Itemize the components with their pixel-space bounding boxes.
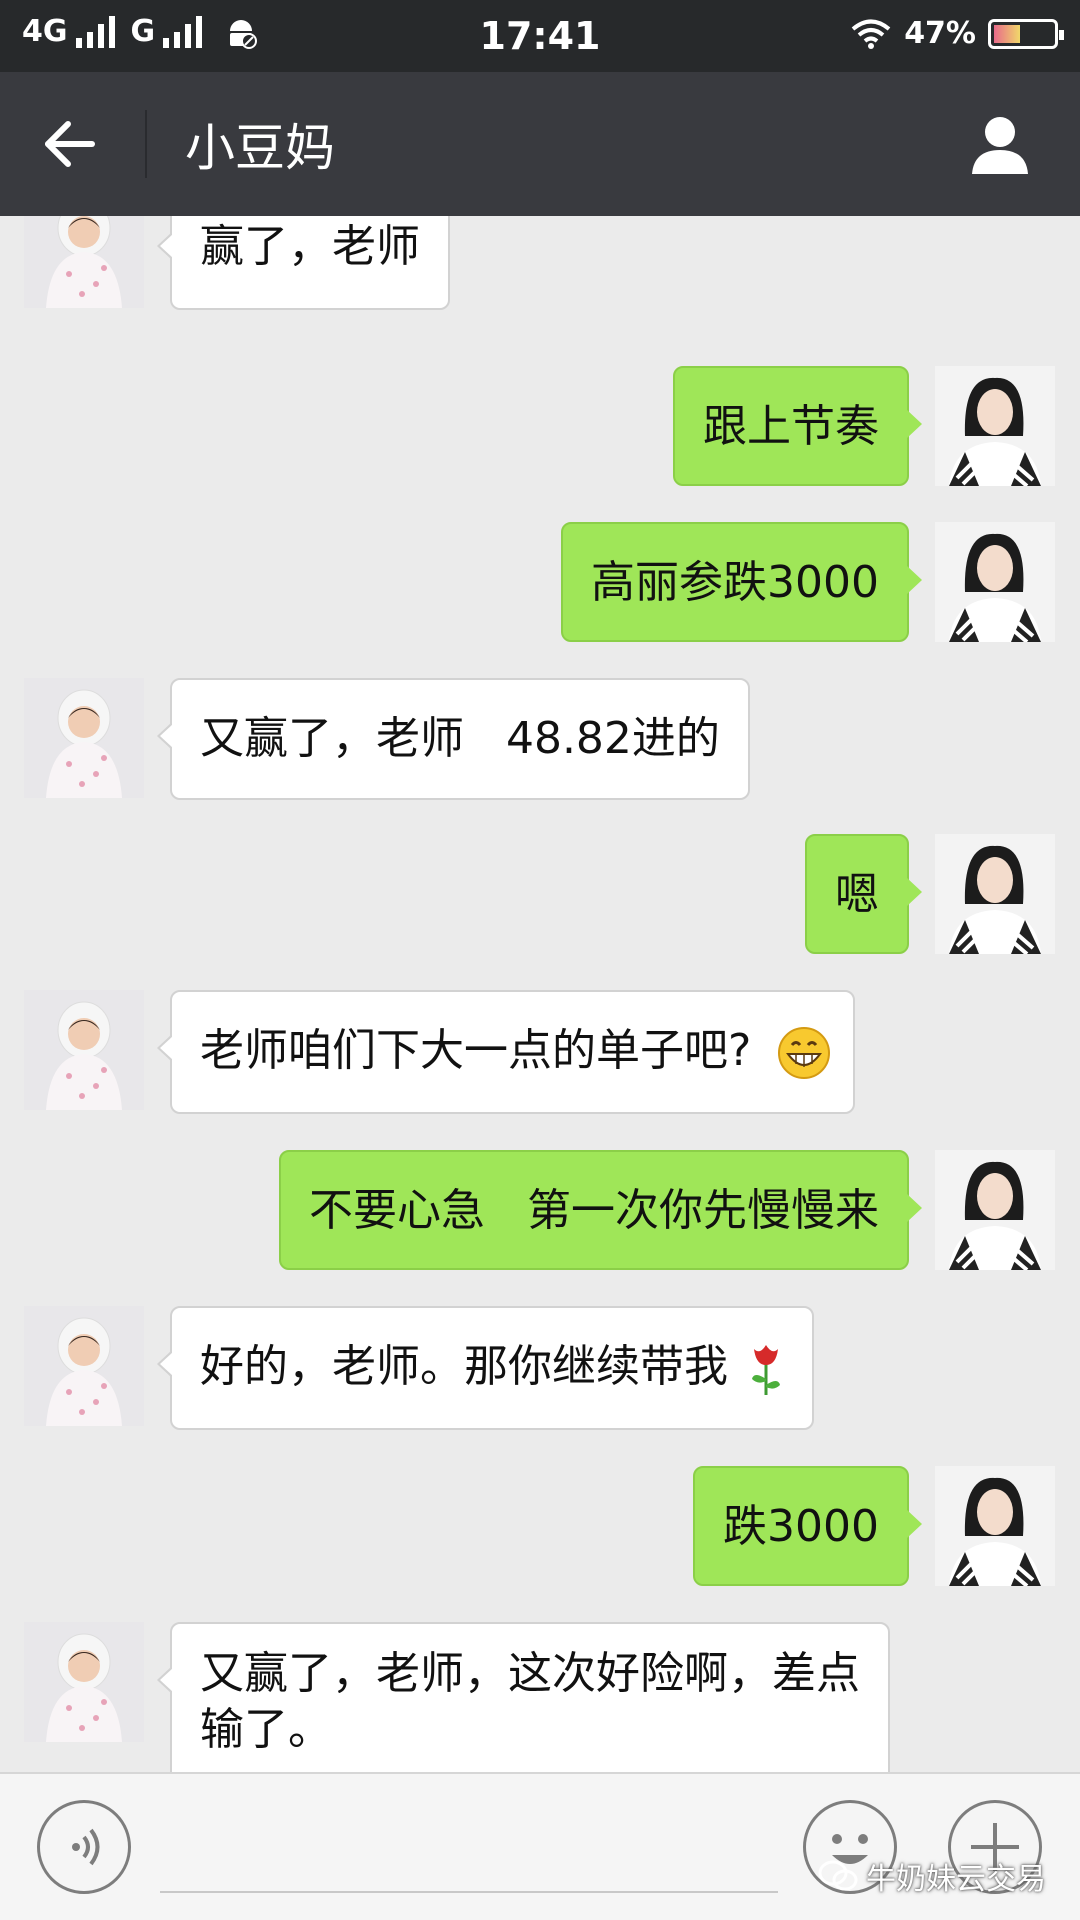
contact-avatar[interactable]: [24, 1306, 144, 1426]
message-input[interactable]: [160, 1891, 778, 1893]
message-text: 好的，老师。那你继续带我: [200, 1341, 728, 1392]
message-bubble[interactable]: 赢了，老师: [157, 216, 450, 310]
status-bar: 4G G 17:41 47%: [0, 0, 1080, 72]
message-bubble[interactable]: 高丽参跌3000: [561, 522, 922, 642]
message-text: 老师咱们下大一点的单子吧?: [200, 1025, 752, 1076]
contact-avatar[interactable]: [24, 216, 144, 308]
message-bubble[interactable]: 嗯: [805, 834, 922, 954]
rose-icon: [752, 1345, 780, 1395]
watermark-text: 牛奶妹云交易: [866, 1862, 1046, 1897]
wifi-icon: [851, 19, 891, 49]
my-avatar[interactable]: [935, 1150, 1055, 1270]
contact-avatar[interactable]: [24, 1622, 144, 1742]
my-avatar[interactable]: [935, 1466, 1055, 1586]
header-divider: [145, 110, 147, 178]
page-title: 小豆妈: [185, 119, 335, 177]
input-bar: 牛奶妹云交易: [0, 1772, 1080, 1920]
watermark: 牛奶妹云交易: [818, 1854, 1046, 1898]
battery-icon: [988, 18, 1064, 49]
message-bubble[interactable]: 老师咱们下大一点的单子吧?: [156, 990, 856, 1114]
message-bubble[interactable]: 又赢了，老师，这次好险啊，差点 输了。: [157, 1622, 890, 1772]
arrow-left-icon[interactable]: [40, 114, 100, 174]
my-avatar[interactable]: [935, 834, 1055, 954]
contact-avatar[interactable]: [24, 678, 144, 798]
battery-percentage: 47%: [904, 16, 976, 51]
message-bubble[interactable]: 跌3000: [693, 1466, 922, 1586]
voice-icon: [72, 1828, 100, 1866]
message-bubble[interactable]: 跟上节奏: [673, 366, 922, 486]
chat-messages[interactable]: 赢了，老师 跟上节奏 高丽参跌3000 又赢了，老师 48.82进的 嗯 老师咱…: [0, 216, 1080, 1772]
message-bubble[interactable]: 好的，老师。那你继续带我: [157, 1306, 814, 1430]
message-bubble[interactable]: 不要心急 第一次你先慢慢来: [279, 1150, 922, 1270]
person-icon[interactable]: [968, 112, 1032, 176]
my-avatar[interactable]: [935, 366, 1055, 486]
voice-button[interactable]: [37, 1800, 131, 1894]
contact-avatar[interactable]: [24, 990, 144, 1110]
chat-header: 小豆妈: [0, 72, 1080, 216]
grinning-face-icon: [778, 1027, 831, 1079]
my-avatar[interactable]: [935, 522, 1055, 642]
message-bubble[interactable]: 又赢了，老师 48.82进的: [157, 678, 750, 800]
wechat-logo-icon: [818, 1860, 858, 1891]
system-indicators: 47%: [850, 16, 1064, 51]
